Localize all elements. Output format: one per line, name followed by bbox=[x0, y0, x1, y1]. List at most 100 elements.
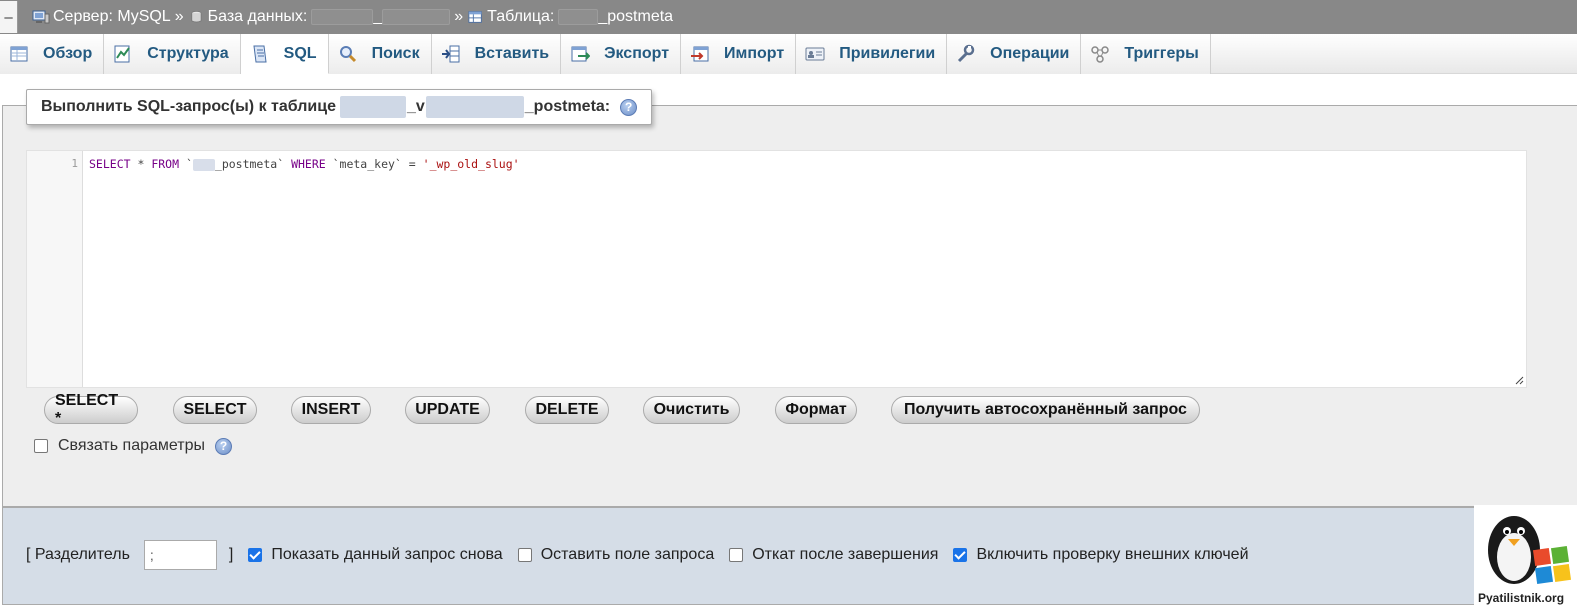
redacted-region bbox=[311, 9, 374, 25]
redacted-region bbox=[425, 96, 524, 118]
delimiter-bracket-close: ] bbox=[228, 546, 234, 563]
breadcrumb-database-label: База данных: bbox=[207, 8, 308, 25]
tab-label: Структура bbox=[147, 45, 229, 62]
redacted-region bbox=[558, 9, 599, 25]
select-button[interactable]: SELECT bbox=[173, 396, 257, 424]
delimiter-input[interactable] bbox=[143, 540, 217, 570]
sql-icon bbox=[250, 44, 270, 64]
watermark-text: Pyatilistnik.org bbox=[1478, 591, 1565, 605]
breadcrumb-table[interactable]: Таблица: _postmeta bbox=[468, 8, 673, 26]
tab-label: Триггеры bbox=[1124, 45, 1199, 62]
sql-column: `meta_key` bbox=[332, 157, 402, 171]
sql-table-name: _postmeta` bbox=[214, 157, 285, 171]
foreign-key-checks-checkbox[interactable] bbox=[953, 548, 968, 562]
help-icon[interactable]: ? bbox=[214, 437, 232, 455]
select-star-button[interactable]: SELECT * bbox=[44, 392, 138, 427]
tab-label: Обзор bbox=[43, 45, 93, 62]
sql-string-value: '_wp_old_slug' bbox=[422, 157, 520, 171]
tab-insert[interactable]: Вставить bbox=[431, 34, 562, 74]
bind-parameters-checkbox[interactable] bbox=[34, 439, 48, 453]
tab-label: Экспорт bbox=[604, 45, 670, 62]
tab-label: Поиск bbox=[371, 45, 420, 62]
show-query-again-label[interactable]: Показать данный запрос снова bbox=[271, 546, 502, 564]
get-autosaved-query-button[interactable]: Получить автосохранённый запрос bbox=[891, 396, 1200, 424]
format-button[interactable]: Формат bbox=[775, 396, 857, 424]
clear-button[interactable]: Очистить bbox=[643, 396, 740, 424]
breadcrumb-separator: » bbox=[454, 8, 464, 25]
server-icon bbox=[32, 10, 50, 24]
breadcrumb-server[interactable]: Сервер: MySQL » bbox=[32, 8, 187, 26]
tab-bar: Обзор Структура SQL Поиск Вставить Экспо… bbox=[0, 34, 1577, 74]
tab-label: Операции bbox=[990, 45, 1070, 62]
query-panel-legend: Выполнить SQL-запрос(ы) к таблице _v _po… bbox=[26, 89, 653, 125]
retain-query-box-label[interactable]: Оставить поле запроса bbox=[541, 546, 715, 564]
sql-keyword: SELECT bbox=[89, 157, 131, 171]
update-button[interactable]: UPDATE bbox=[405, 396, 490, 424]
foreign-key-checks-option: Включить проверку внешних ключей bbox=[953, 546, 1249, 564]
sql-keyword: WHERE bbox=[284, 157, 333, 171]
foreign-key-checks-label[interactable]: Включить проверку внешних ключей bbox=[976, 546, 1248, 564]
rollback-on-finish-label[interactable]: Откат после завершения bbox=[752, 546, 938, 564]
sql-operator: = bbox=[401, 157, 423, 171]
sql-keyword: FROM bbox=[151, 157, 180, 171]
insert-button[interactable]: INSERT bbox=[291, 396, 371, 424]
database-icon bbox=[190, 11, 202, 23]
tab-privileges[interactable]: Привилегии bbox=[796, 34, 948, 74]
redacted-region bbox=[192, 158, 215, 171]
delimiter-label: [ Разделитель bbox=[26, 546, 130, 563]
tab-sql[interactable]: SQL bbox=[240, 34, 329, 74]
legend-fragment: _v bbox=[406, 98, 425, 115]
tab-label: SQL bbox=[283, 44, 317, 62]
breadcrumb-bar: – Сервер: MySQL » База данных: _ » Табли… bbox=[0, 0, 1577, 34]
retain-query-box-checkbox[interactable] bbox=[517, 548, 532, 562]
table-icon bbox=[468, 11, 482, 23]
operations-icon bbox=[956, 44, 976, 64]
browse-icon bbox=[9, 44, 29, 64]
rollback-on-finish-option: Откат после завершения bbox=[729, 546, 938, 564]
sql-star: * bbox=[130, 157, 152, 171]
tab-triggers[interactable]: Триггеры bbox=[1081, 34, 1211, 74]
structure-icon bbox=[113, 44, 133, 64]
tab-label: Вставить bbox=[474, 45, 550, 62]
legend-suffix: _postmeta: bbox=[524, 98, 611, 115]
insert-icon bbox=[441, 44, 461, 64]
breadcrumb-database[interactable]: База данных: _ » bbox=[190, 8, 467, 26]
query-options-row: [ Разделитель ] Показать данный запрос с… bbox=[26, 540, 1249, 570]
sql-code-line[interactable]: SELECT * FROM ` _postmeta` WHERE `meta_ke… bbox=[89, 157, 520, 171]
breadcrumb-table-name: _postmeta bbox=[598, 8, 674, 25]
bind-parameters-label[interactable]: Связать параметры bbox=[58, 437, 205, 455]
import-icon bbox=[690, 44, 710, 64]
sql-editor[interactable]: 1 SELECT * FROM ` _postmeta` WHERE `meta_… bbox=[26, 150, 1527, 388]
site-watermark: Pyatilistnik.org bbox=[1474, 505, 1577, 615]
sql-tick: ` bbox=[179, 157, 193, 171]
tab-export[interactable]: Экспорт bbox=[561, 34, 682, 74]
breadcrumb-server-label: Сервер: MySQL bbox=[53, 8, 171, 25]
bind-parameters-option: Связать параметры ? bbox=[34, 437, 232, 455]
tab-search[interactable]: Поиск bbox=[328, 34, 432, 74]
show-query-again-option: Показать данный запрос снова bbox=[248, 546, 503, 564]
export-icon bbox=[570, 44, 591, 64]
collapse-nav-button[interactable]: – bbox=[0, 1, 18, 33]
delete-button[interactable]: DELETE bbox=[525, 396, 609, 424]
tab-label: Импорт bbox=[724, 45, 785, 62]
tab-label: Привилегии bbox=[839, 45, 936, 62]
triggers-icon bbox=[1090, 44, 1110, 64]
resize-handle-icon[interactable] bbox=[1514, 375, 1524, 385]
breadcrumb-table-label: Таблица: bbox=[487, 8, 555, 25]
show-query-again-checkbox[interactable] bbox=[248, 548, 263, 562]
penguin-logo-icon bbox=[1488, 516, 1572, 585]
help-icon[interactable]: ? bbox=[620, 98, 638, 116]
legend-prefix: Выполнить SQL-запрос(ы) к таблице bbox=[41, 98, 336, 115]
tab-structure[interactable]: Структура bbox=[104, 34, 241, 74]
retain-query-box-option: Оставить поле запроса bbox=[517, 546, 715, 564]
privileges-icon bbox=[805, 44, 825, 64]
search-icon bbox=[338, 44, 358, 64]
tab-import[interactable]: Импорт bbox=[681, 34, 797, 74]
tab-operations[interactable]: Операции bbox=[947, 34, 1082, 74]
redacted-region bbox=[382, 9, 451, 25]
line-number: 1 bbox=[71, 157, 78, 170]
tab-browse[interactable]: Обзор bbox=[0, 34, 105, 74]
database-name-fragment: _ bbox=[373, 8, 383, 25]
breadcrumb-separator: » bbox=[174, 8, 184, 25]
rollback-on-finish-checkbox[interactable] bbox=[729, 548, 744, 562]
